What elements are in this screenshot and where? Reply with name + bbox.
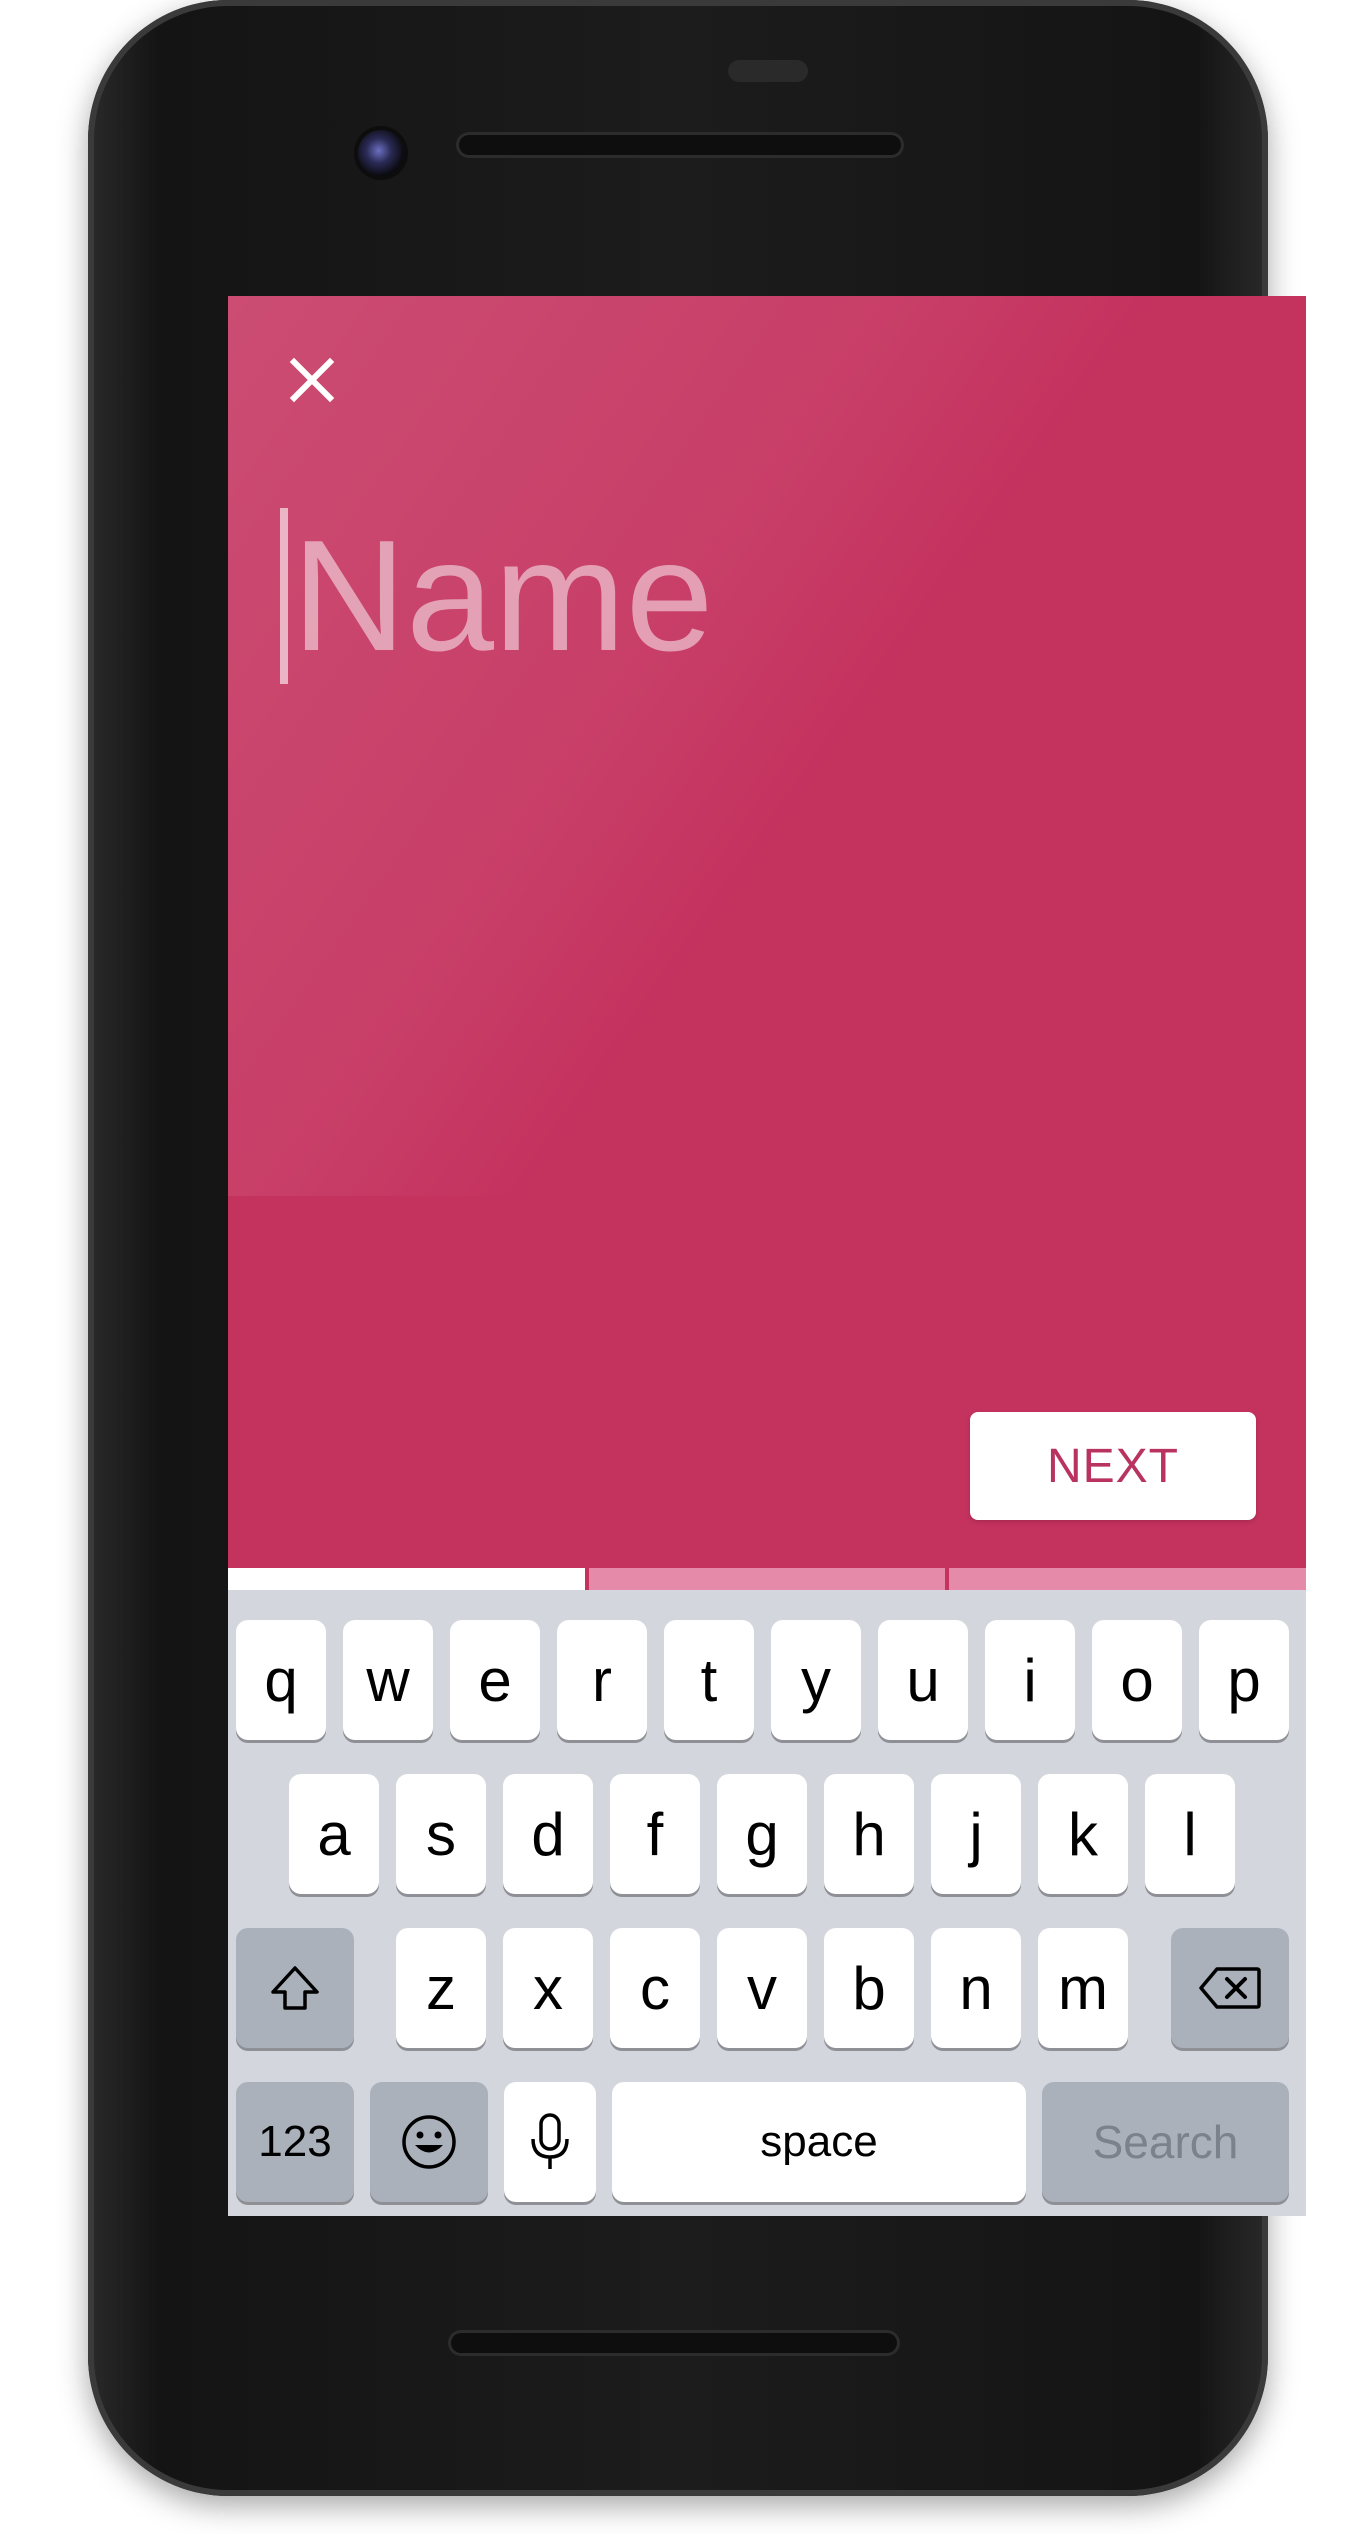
key-r[interactable]: r [557, 1620, 647, 1740]
key-g[interactable]: g [717, 1774, 807, 1894]
key-y[interactable]: y [771, 1620, 861, 1740]
key-m[interactable]: m [1038, 1928, 1128, 2048]
key-i[interactable]: i [985, 1620, 1075, 1740]
close-icon [289, 357, 335, 403]
microphone-icon [531, 2113, 569, 2169]
key-a[interactable]: a [289, 1774, 379, 1894]
key-l[interactable]: l [1145, 1774, 1235, 1894]
progress-step-2 [588, 1568, 946, 1590]
step-progress [228, 1568, 1306, 1590]
numbers-key[interactable]: 123 [236, 2082, 354, 2202]
bottom-speaker [448, 2330, 900, 2356]
key-d[interactable]: d [503, 1774, 593, 1894]
top-speaker [456, 132, 904, 158]
key-w[interactable]: w [343, 1620, 433, 1740]
key-q[interactable]: q [236, 1620, 326, 1740]
key-v[interactable]: v [717, 1928, 807, 2048]
key-n[interactable]: n [931, 1928, 1021, 2048]
key-o[interactable]: o [1092, 1620, 1182, 1740]
key-f[interactable]: f [610, 1774, 700, 1894]
key-x[interactable]: x [503, 1928, 593, 2048]
shift-key[interactable] [236, 1928, 354, 2048]
key-k[interactable]: k [1038, 1774, 1128, 1894]
progress-step-3 [949, 1568, 1306, 1590]
key-p[interactable]: p [1199, 1620, 1289, 1740]
key-j[interactable]: j [931, 1774, 1021, 1894]
key-h[interactable]: h [824, 1774, 914, 1894]
backspace-icon [1199, 1967, 1261, 2009]
microphone-key[interactable] [504, 2082, 596, 2202]
key-c[interactable]: c [610, 1928, 700, 2048]
on-screen-keyboard: q w e r t y u i o p a s d f g h j k l z … [228, 1590, 1306, 2216]
space-key[interactable]: space [612, 2082, 1026, 2202]
key-z[interactable]: z [396, 1928, 486, 2048]
shift-icon [271, 1966, 319, 2010]
close-button[interactable] [280, 348, 344, 412]
proximity-sensor [728, 60, 808, 82]
app-screen: NEXT q w e r t y u i o p a s d f g h j [228, 296, 1306, 2216]
key-t[interactable]: t [664, 1620, 754, 1740]
name-field[interactable] [278, 496, 1252, 696]
backspace-key[interactable] [1171, 1928, 1289, 2048]
emoji-key[interactable] [370, 2082, 488, 2202]
phone-frame: NEXT q w e r t y u i o p a s d f g h j [88, 0, 1306, 2496]
search-key[interactable]: Search [1042, 2082, 1289, 2202]
progress-step-1 [228, 1568, 585, 1590]
key-u[interactable]: u [878, 1620, 968, 1740]
key-s[interactable]: s [396, 1774, 486, 1894]
screen-glare [228, 296, 1306, 1196]
emoji-icon [402, 2115, 456, 2169]
name-input[interactable] [278, 496, 1252, 696]
key-b[interactable]: b [824, 1928, 914, 2048]
next-button[interactable]: NEXT [970, 1412, 1256, 1520]
front-camera [358, 130, 404, 176]
key-e[interactable]: e [450, 1620, 540, 1740]
